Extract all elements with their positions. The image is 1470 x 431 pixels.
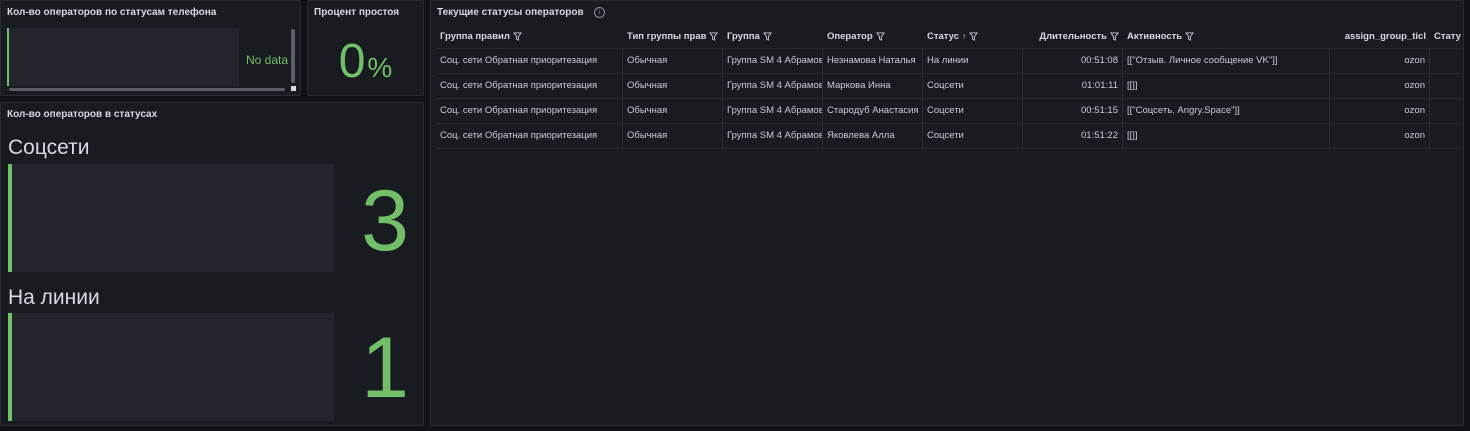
column-header-status[interactable]: Статус ↑ — [923, 26, 1023, 48]
column-header-assign-group[interactable]: assign_group_ticl — [1330, 26, 1430, 48]
cell-operator: Стародуб Анастасия — [823, 99, 923, 123]
table-row[interactable]: Соц. сети Обратная приоритезация Обычная… — [436, 124, 1463, 149]
cell-assign-group: ozon — [1330, 124, 1430, 148]
operator-statuses-table-panel: Текущие статусы операторов i Группа прави… — [430, 0, 1464, 426]
operators-table: Группа правил Тип группы прав Группа Опе… — [436, 26, 1463, 149]
operators-in-statuses-panel: Кол-во операторов в статусах Соцсети 3 Н… — [0, 102, 424, 426]
column-header-group[interactable]: Группа — [723, 26, 823, 48]
panel-title[interactable]: Кол-во операторов по статусам телефона — [7, 7, 216, 18]
column-header-group-type[interactable]: Тип группы прав — [623, 26, 723, 48]
column-header-label: assign_group_ticl — [1344, 31, 1426, 42]
panel-title[interactable]: Процент простоя — [314, 7, 399, 18]
info-icon[interactable]: i — [593, 7, 605, 18]
filter-icon[interactable] — [709, 32, 719, 41]
table-row[interactable]: Соц. сети Обратная приоритезация Обычная… — [436, 49, 1463, 74]
column-header-label: Группа — [727, 31, 760, 42]
empty-chart-area — [7, 28, 239, 86]
stat-label-online: На линии — [8, 286, 100, 309]
cell-rule-group: Соц. сети Обратная приоритезация — [436, 74, 623, 98]
column-header-label: Тип группы прав — [627, 31, 707, 42]
cell-group-type: Обычная — [623, 74, 723, 98]
cell-status-2 — [1430, 74, 1463, 98]
table-header: Группа правил Тип группы прав Группа Опе… — [436, 26, 1463, 49]
cell-rule-group: Соц. сети Обратная приоритезация — [436, 99, 623, 123]
cell-assign-group: ozon — [1330, 74, 1430, 98]
idle-percent-panel: Процент простоя 0% — [307, 0, 424, 96]
cell-assign-group: ozon — [1330, 49, 1430, 73]
cell-duration: 01:01:11 — [1023, 74, 1123, 98]
cell-activity: [["Соцсеть. Angry.Space"]] — [1123, 99, 1330, 123]
cell-duration: 00:51:08 — [1023, 49, 1123, 73]
cell-group: Группа SM 4 Абрамов — [723, 74, 823, 98]
filter-icon[interactable] — [1110, 32, 1119, 41]
table-row[interactable]: Соц. сети Обратная приоритезация Обычная… — [436, 74, 1463, 99]
column-header-label: Оператор — [827, 31, 873, 42]
filter-icon[interactable] — [512, 32, 522, 41]
column-header-label: Длительность — [1039, 31, 1107, 42]
cell-status: На линии — [923, 49, 1023, 73]
panel-title[interactable]: Кол-во операторов в статусах — [7, 109, 157, 120]
cell-operator: Яковлева Алла — [823, 124, 923, 148]
column-header-label: Группа правил — [440, 31, 510, 42]
cell-activity: [["Отзыв. Личное сообщение VK"]] — [1123, 49, 1330, 73]
column-header-label: Статус — [927, 31, 960, 42]
cell-group: Группа SM 4 Абрамов — [723, 124, 823, 148]
stat-value-online: 1 — [361, 320, 409, 416]
no-data-label: No data — [246, 53, 289, 67]
idle-percent-value: 0% — [308, 34, 423, 89]
horizontal-scrollbar[interactable] — [9, 88, 285, 91]
panel-title-text: Текущие статусы операторов — [437, 7, 584, 19]
table-row[interactable]: Соц. сети Обратная приоритезация Обычная… — [436, 99, 1463, 124]
column-header-rule-group[interactable]: Группа правил — [436, 26, 623, 48]
cell-rule-group: Соц. сети Обратная приоритезация — [436, 49, 623, 73]
filter-icon[interactable] — [875, 32, 885, 41]
cell-status: Соцсети — [923, 99, 1023, 123]
cell-duration: 01:51:22 — [1023, 124, 1123, 148]
cell-status-2 — [1430, 124, 1463, 148]
cell-operator: Маркова Инна — [823, 74, 923, 98]
column-header-activity[interactable]: Активность — [1123, 26, 1330, 48]
column-header-duration[interactable]: Длительность — [1023, 26, 1123, 48]
vertical-scrollbar[interactable] — [291, 29, 295, 83]
sort-ascending-icon[interactable]: ↑ — [962, 32, 966, 41]
cell-assign-group: ozon — [1330, 99, 1430, 123]
cell-group-type: Обычная — [623, 124, 723, 148]
filter-icon[interactable] — [762, 32, 772, 41]
cell-status-2 — [1430, 49, 1463, 73]
stat-label-socials: Соцсети — [8, 136, 90, 159]
column-header-label: Активность — [1127, 31, 1183, 42]
cell-rule-group: Соц. сети Обратная приоритезация — [436, 124, 623, 148]
phone-status-panel: Кол-во операторов по статусам телефона N… — [0, 0, 301, 96]
column-header-status-2[interactable]: Стату — [1430, 26, 1463, 48]
stat-unit: % — [367, 52, 393, 83]
cell-activity: [[]] — [1123, 124, 1330, 148]
cell-status: Соцсети — [923, 74, 1023, 98]
cell-group-type: Обычная — [623, 49, 723, 73]
filter-icon[interactable] — [969, 32, 979, 41]
panel-title[interactable]: Текущие статусы операторов i — [437, 7, 605, 18]
cell-group-type: Обычная — [623, 99, 723, 123]
cell-duration: 00:51:15 — [1023, 99, 1123, 123]
stat-bar-online — [8, 313, 334, 421]
cell-operator: Незнамова Наталья — [823, 49, 923, 73]
resize-handle[interactable] — [291, 86, 296, 91]
cell-status-2 — [1430, 99, 1463, 123]
cell-activity: [[]] — [1123, 74, 1330, 98]
stat-value-socials: 3 — [361, 173, 409, 269]
column-header-operator[interactable]: Оператор — [823, 26, 923, 48]
stat-value: 0 — [338, 35, 366, 88]
cell-group: Группа SM 4 Абрамов — [723, 99, 823, 123]
cell-group: Группа SM 4 Абрамов — [723, 49, 823, 73]
column-header-label: Стату — [1434, 31, 1461, 42]
stat-bar-socials — [8, 164, 334, 272]
filter-icon[interactable] — [1185, 32, 1195, 41]
cell-status: Соцсети — [923, 124, 1023, 148]
